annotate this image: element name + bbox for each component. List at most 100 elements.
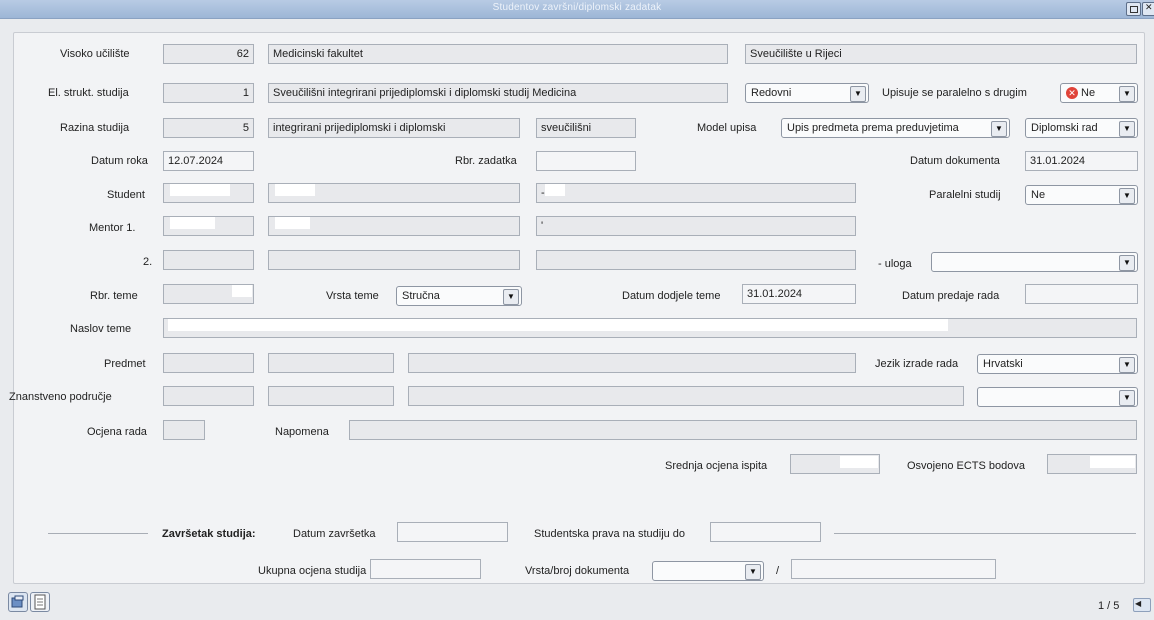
- chevron-down-icon: ▼: [1119, 121, 1135, 137]
- mentor2-lastname-field[interactable]: [536, 250, 856, 270]
- study-level-name-field[interactable]: integrirani prijediplomski i diplomski: [268, 118, 520, 138]
- submit-date-field[interactable]: [1025, 284, 1138, 304]
- assign-date-field[interactable]: 31.01.2024: [742, 284, 856, 304]
- science-field-id[interactable]: [268, 386, 394, 406]
- ects-label: Osvojeno ECTS bodova: [907, 460, 1026, 472]
- doc-number-field[interactable]: [791, 559, 996, 579]
- slash-separator: /: [776, 565, 780, 577]
- subject-code-field[interactable]: [163, 353, 254, 373]
- science-field-name[interactable]: [408, 386, 964, 406]
- student-rights-label: Studentska prava na studiju do: [534, 528, 686, 540]
- institution-label: Visoko učilište: [60, 48, 130, 60]
- topic-type-label: Vrsta teme: [326, 290, 379, 302]
- note-field[interactable]: [349, 420, 1137, 440]
- deadline-label: Datum roka: [91, 155, 148, 167]
- completion-header: Završetak studija:: [162, 528, 256, 540]
- assign-date-label: Datum dodjele teme: [622, 290, 721, 302]
- redacted-block: [168, 319, 948, 331]
- parallel-study-label: Paralelni studij: [929, 189, 1001, 201]
- window-title: Studentov završni/diplomski zadatak: [492, 2, 662, 13]
- study-element-label: El. strukt. studija: [48, 87, 129, 99]
- chevron-down-icon: ▼: [1119, 357, 1135, 373]
- doc-type-select[interactable]: ▼: [652, 561, 764, 581]
- language-select[interactable]: Hrvatski ▼: [977, 354, 1138, 374]
- subject-id-field[interactable]: [268, 353, 394, 373]
- chevron-down-icon: ▼: [1119, 188, 1135, 204]
- submit-date-label: Datum predaje rada: [902, 290, 1000, 302]
- work-type-select[interactable]: Diplomski rad ▼: [1025, 118, 1138, 138]
- chevron-down-icon: ▼: [850, 86, 866, 102]
- record-scrollbar[interactable]: ◀: [1133, 598, 1151, 612]
- role-label: - uloga: [878, 258, 912, 270]
- science-field-select[interactable]: ▼: [977, 387, 1138, 407]
- mentor1-lastname-field[interactable]: ': [536, 216, 856, 236]
- total-grade-field[interactable]: [370, 559, 481, 579]
- window-titlebar: Studentov završni/diplomski zadatak ✕: [0, 0, 1154, 19]
- study-element-name-field[interactable]: Sveučilišni integrirani prijediplomski i…: [268, 83, 728, 103]
- institution-name-field[interactable]: Medicinski fakultet: [268, 44, 728, 64]
- parallel-study-value: Ne: [1031, 189, 1046, 201]
- subject-name-field[interactable]: [408, 353, 856, 373]
- institution-code-field[interactable]: 62: [163, 44, 254, 64]
- chevron-down-icon: ▼: [745, 564, 761, 580]
- chevron-down-icon: ▼: [991, 121, 1007, 137]
- redacted-block: [840, 456, 878, 468]
- parallel-enroll-select[interactable]: ✕ Ne ▼: [1060, 83, 1138, 103]
- enroll-model-value: Upis predmeta prema preduvjetima: [787, 122, 959, 134]
- study-mode-value: Redovni: [751, 87, 792, 99]
- end-date-field[interactable]: [397, 522, 508, 542]
- maximize-button[interactable]: [1126, 2, 1141, 16]
- redacted-block: [1090, 456, 1135, 468]
- page-indicator: 1 / 5: [1098, 600, 1120, 612]
- enroll-model-select[interactable]: Upis predmeta prema preduvjetima ▼: [781, 118, 1010, 138]
- grade-field[interactable]: [163, 420, 205, 440]
- chevron-down-icon: ▼: [503, 289, 519, 305]
- mentor2-label: 2.: [143, 256, 153, 268]
- parallel-enroll-value: Ne: [1081, 87, 1096, 99]
- redacted-block: [170, 217, 215, 229]
- document-date-label: Datum dokumenta: [910, 155, 1000, 167]
- study-type-field[interactable]: sveučilišni: [536, 118, 636, 138]
- chevron-down-icon: ▼: [1119, 390, 1135, 406]
- redacted-block: [275, 217, 310, 229]
- chevron-down-icon: ▼: [1119, 86, 1135, 102]
- university-field[interactable]: Sveučilište u Rijeci: [745, 44, 1137, 64]
- student-lastname-field[interactable]: -: [536, 183, 856, 203]
- parallel-study-select[interactable]: Ne ▼: [1025, 185, 1138, 205]
- topic-type-select[interactable]: Stručna ▼: [396, 286, 522, 306]
- enroll-model-label: Model upisa: [697, 122, 757, 134]
- topic-title-label: Naslov teme: [70, 323, 132, 335]
- role-select[interactable]: ▼: [931, 252, 1138, 272]
- student-rights-field[interactable]: [710, 522, 821, 542]
- redacted-block: [275, 184, 315, 196]
- science-field-code[interactable]: [163, 386, 254, 406]
- study-mode-select[interactable]: Redovni ▼: [745, 83, 869, 103]
- topic-number-label: Rbr. teme: [90, 290, 138, 302]
- mentor2-firstname-field[interactable]: [268, 250, 520, 270]
- task-number-field[interactable]: [536, 151, 636, 171]
- separator-line: [834, 533, 1136, 534]
- status-bar: 1 / 5 ◀: [0, 590, 1154, 620]
- total-grade-label: Ukupna ocjena studija: [258, 565, 367, 577]
- student-label: Student: [107, 189, 145, 201]
- work-type-value: Diplomski rad: [1031, 122, 1098, 134]
- copy-document-icon[interactable]: [8, 592, 28, 612]
- study-element-code-field[interactable]: 1: [163, 83, 254, 103]
- study-level-code-field[interactable]: 5: [163, 118, 254, 138]
- study-level-label: Razina studija: [60, 122, 130, 134]
- subject-label: Predmet: [104, 358, 146, 370]
- redacted-block: [170, 184, 230, 196]
- close-button[interactable]: ✕: [1142, 2, 1154, 16]
- language-value: Hrvatski: [983, 358, 1023, 370]
- avg-grade-label: Srednja ocjena ispita: [665, 460, 768, 472]
- tick-text: ': [541, 220, 544, 232]
- arrow-left-icon[interactable]: ◀: [1135, 599, 1141, 608]
- document-icon[interactable]: [30, 592, 50, 612]
- document-date-field[interactable]: 31.01.2024: [1025, 151, 1138, 171]
- mentor1-label: Mentor 1.: [89, 222, 136, 234]
- no-x-icon: ✕: [1066, 87, 1078, 100]
- language-label: Jezik izrade rada: [875, 358, 959, 370]
- deadline-field[interactable]: 12.07.2024: [163, 151, 254, 171]
- mentor2-id-field[interactable]: [163, 250, 254, 270]
- separator-line: [48, 533, 148, 534]
